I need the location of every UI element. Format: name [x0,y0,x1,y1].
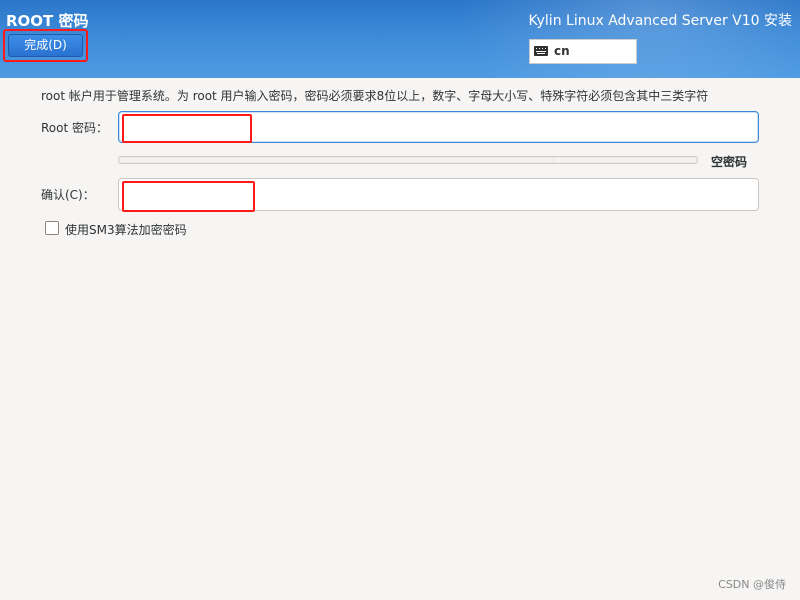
strength-segment [409,158,552,162]
root-password-label: Root 密码： [41,121,109,135]
strength-segment [553,158,696,162]
password-strength-bar [118,156,698,164]
keyboard-layout-indicator[interactable]: cn [529,39,637,64]
root-password-highlight [122,114,252,143]
keyboard-layout-label: cn [554,44,570,58]
confirm-password-label: 确认(C)： [41,188,95,202]
sm3-checkbox-label[interactable]: 使用SM3算法加密密码 [65,221,187,238]
done-button-highlight: 完成(D) [3,29,88,62]
sm3-checkbox[interactable] [45,221,59,235]
done-button[interactable]: 完成(D) [8,34,83,57]
keyboard-icon [534,46,548,56]
password-strength-text: 空密码 [711,155,748,169]
page-title: ROOT 密码 [6,12,89,30]
product-title: Kylin Linux Advanced Server V10 安装 [528,13,792,29]
confirm-password-highlight [122,181,255,212]
header-bar: ROOT 密码 Kylin Linux Advanced Server V10 … [0,0,800,78]
watermark: CSDN @俊侍 [718,578,786,591]
strength-segment [120,158,263,162]
password-description: root 帐户用于管理系统。为 root 用户输入密码，密码必须要求8位以上，数… [41,89,709,103]
strength-segment [264,158,407,162]
